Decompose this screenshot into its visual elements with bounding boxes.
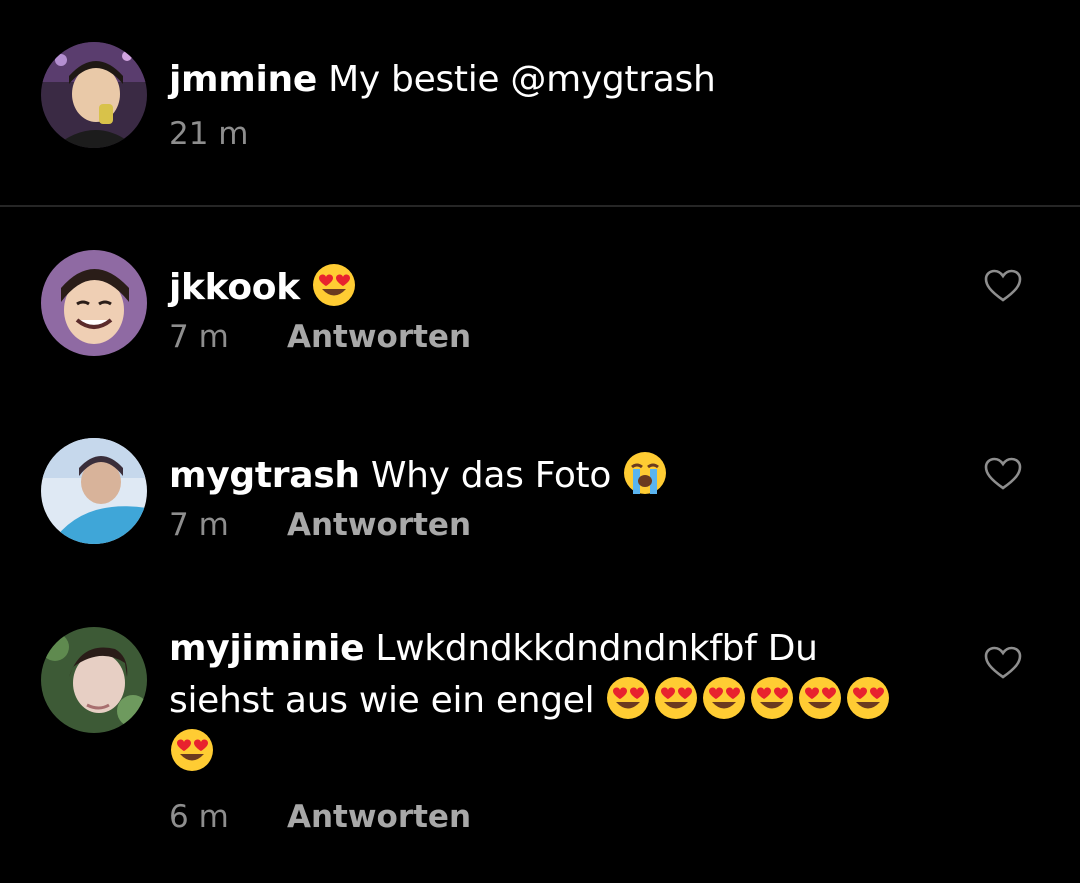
avatar-photo-icon <box>41 438 147 544</box>
comment-username[interactable]: mygtrash <box>169 455 360 496</box>
like-heart-icon[interactable] <box>984 646 1022 680</box>
caption-divider <box>0 205 1080 207</box>
post-username[interactable]: jmmine <box>169 59 317 100</box>
post-caption-text: My bestie @mygtrash <box>328 59 716 100</box>
heart-eyes-emoji-icon <box>797 675 843 721</box>
like-heart-icon[interactable] <box>984 457 1022 491</box>
like-heart-icon[interactable] <box>984 269 1022 303</box>
avatar-photo-icon <box>41 42 147 148</box>
heart-eyes-emoji-icon <box>701 675 747 721</box>
reply-button[interactable]: Antworten <box>287 507 471 543</box>
reply-button[interactable]: Antworten <box>287 319 471 355</box>
loudly-crying-emoji-icon <box>622 450 668 496</box>
comment-username[interactable]: myjiminie <box>169 628 365 669</box>
comment-timestamp: 7 m <box>169 319 229 355</box>
post-caption: jmmine My bestie @mygtrash 21 m <box>0 0 1080 205</box>
heart-eyes-emoji-icon <box>845 675 891 721</box>
avatar-photo-icon <box>41 627 147 733</box>
heart-eyes-emoji-icon <box>311 262 357 308</box>
comment-text: Why das Foto <box>370 455 612 496</box>
avatar-photo-icon <box>41 250 147 356</box>
avatar-jkkook[interactable] <box>41 250 147 356</box>
comment-username[interactable]: jkkook <box>169 267 300 308</box>
heart-eyes-emoji-icon <box>653 675 699 721</box>
avatar-mygtrash[interactable] <box>41 438 147 544</box>
reply-button[interactable]: Antworten <box>287 799 471 835</box>
heart-eyes-emoji-icon <box>605 675 651 721</box>
heart-eyes-emoji-icon <box>749 675 795 721</box>
post-timestamp: 21 m <box>169 116 249 152</box>
comment-timestamp: 6 m <box>169 799 229 835</box>
avatar-jmmine[interactable] <box>41 42 147 148</box>
comment-timestamp: 7 m <box>169 507 229 543</box>
avatar-myjiminie[interactable] <box>41 627 147 733</box>
heart-eyes-emoji-icon <box>169 727 215 773</box>
